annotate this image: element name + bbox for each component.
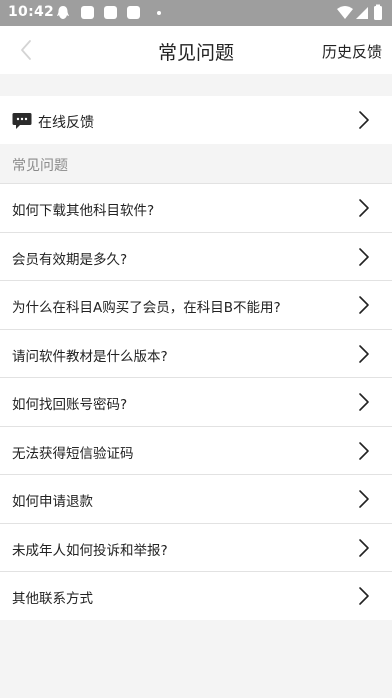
chat-bubble-icon xyxy=(12,113,32,129)
chevron-right-icon xyxy=(359,199,369,217)
online-feedback-row[interactable]: 在线反馈 xyxy=(0,96,392,144)
faq-item-label: 如何找回账号密码? xyxy=(12,397,128,413)
chevron-right-icon xyxy=(359,490,369,508)
faq-item-label: 无法获得短信验证码 xyxy=(12,445,134,462)
faq-item[interactable]: 无法获得短信验证码 xyxy=(0,425,392,474)
faq-item[interactable]: 会员有效期是多久? xyxy=(0,231,392,280)
status-bar: 10:42 xyxy=(0,0,392,26)
faq-item-label: 未成年人如何投诉和举报? xyxy=(12,542,168,559)
faq-item-label: 其他联系方式 xyxy=(12,591,93,607)
chevron-right-icon xyxy=(359,111,369,129)
chevron-right-icon xyxy=(359,538,369,557)
section-header: 常见问题 xyxy=(12,158,68,174)
faq-item[interactable]: 其他联系方式 xyxy=(0,571,392,620)
battery-icon xyxy=(374,6,382,20)
faq-item[interactable]: 如何找回账号密码? xyxy=(0,377,392,426)
notification-icon xyxy=(104,6,117,19)
wifi-icon xyxy=(337,6,353,19)
chevron-right-icon xyxy=(359,587,369,605)
faq-list: 如何下载其他科目软件? 会员有效期是多久? 为什么在科目A购买了会员，在科目B不… xyxy=(0,183,392,620)
notification-icon xyxy=(127,6,140,19)
faq-item-label: 如何下载其他科目软件? xyxy=(12,203,155,219)
chevron-right-icon xyxy=(359,296,369,314)
chevron-right-icon xyxy=(359,247,369,266)
nav-bar: 常见问题 历史反馈 xyxy=(0,26,392,74)
faq-item[interactable]: 未成年人如何投诉和举报? xyxy=(0,522,392,571)
signal-icon xyxy=(356,7,368,19)
faq-item-label: 请问软件教材是什么版本? xyxy=(12,348,168,365)
chevron-right-icon xyxy=(359,344,369,363)
system-status-icons xyxy=(337,4,382,20)
faq-item[interactable]: 请问软件教材是什么版本? xyxy=(0,328,392,377)
faq-item-label: 如何申请退款 xyxy=(12,494,93,510)
faq-item[interactable]: 如何下载其他科目软件? xyxy=(0,183,392,232)
more-notifications-icon xyxy=(157,11,161,15)
status-time: 10:42 xyxy=(8,4,55,20)
faq-item-label: 会员有效期是多久? xyxy=(12,251,128,268)
faq-item[interactable]: 如何申请退款 xyxy=(0,474,392,523)
faq-item-label: 为什么在科目A购买了会员，在科目B不能用? xyxy=(12,300,281,316)
faq-item[interactable]: 为什么在科目A购买了会员，在科目B不能用? xyxy=(0,280,392,329)
notification-icon xyxy=(81,6,94,19)
chevron-right-icon xyxy=(359,441,369,460)
qq-notification-icon xyxy=(57,6,69,19)
history-feedback-button[interactable]: 历史反馈 xyxy=(322,41,382,62)
online-feedback-label: 在线反馈 xyxy=(38,115,94,131)
chevron-right-icon xyxy=(359,393,369,411)
